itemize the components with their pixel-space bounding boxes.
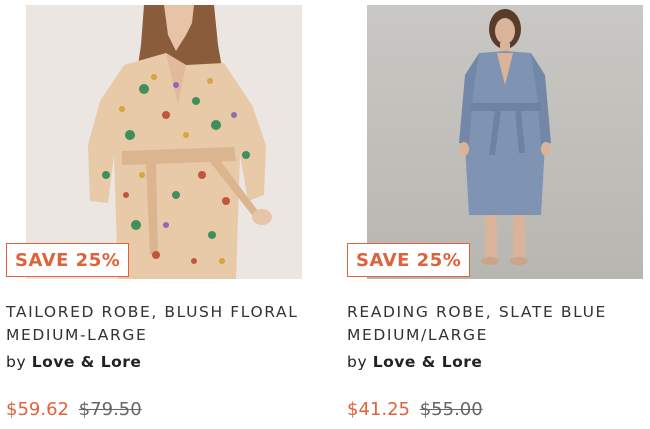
product-image-link[interactable] bbox=[26, 5, 302, 279]
brand-link[interactable]: Love & Lore bbox=[32, 353, 142, 371]
sale-price: $59.62 bbox=[6, 399, 69, 420]
discount-badge: SAVE 25% bbox=[347, 243, 471, 277]
product-title-line1: TAILORED ROBE, BLUSH FLORAL bbox=[6, 303, 299, 321]
discount-badge: SAVE 25% bbox=[6, 243, 130, 277]
product-grid: SAVE 25% TAILORED ROBE, BLUSH FLORAL MED… bbox=[0, 0, 650, 429]
sale-price: $41.25 bbox=[347, 399, 410, 420]
original-price: $79.50 bbox=[78, 399, 142, 420]
product-title-link[interactable]: READING ROBE, SLATE BLUE MEDIUM/LARGE bbox=[347, 301, 647, 347]
brand-prefix: by bbox=[347, 353, 368, 371]
product-price: $59.62 $79.50 bbox=[6, 399, 142, 420]
original-price: $55.00 bbox=[419, 399, 483, 420]
product-title-link[interactable]: TAILORED ROBE, BLUSH FLORAL MEDIUM-LARGE bbox=[6, 301, 306, 347]
product-card: SAVE 25% READING ROBE, SLATE BLUE MEDIUM… bbox=[347, 0, 647, 429]
product-title: TAILORED ROBE, BLUSH FLORAL MEDIUM-LARGE bbox=[6, 301, 306, 347]
product-title-line1: READING ROBE, SLATE BLUE bbox=[347, 303, 607, 321]
product-title: READING ROBE, SLATE BLUE MEDIUM/LARGE bbox=[347, 301, 647, 347]
product-title-line2: MEDIUM-LARGE bbox=[6, 326, 148, 344]
product-card: SAVE 25% TAILORED ROBE, BLUSH FLORAL MED… bbox=[6, 0, 306, 429]
brand-link[interactable]: Love & Lore bbox=[373, 353, 483, 371]
product-brand: by Love & Lore bbox=[6, 353, 141, 371]
product-image bbox=[26, 5, 302, 279]
product-title-line2: MEDIUM/LARGE bbox=[347, 326, 488, 344]
brand-prefix: by bbox=[6, 353, 27, 371]
product-image bbox=[367, 5, 643, 279]
product-image-link[interactable] bbox=[367, 5, 643, 279]
product-price: $41.25 $55.00 bbox=[347, 399, 483, 420]
product-brand: by Love & Lore bbox=[347, 353, 482, 371]
